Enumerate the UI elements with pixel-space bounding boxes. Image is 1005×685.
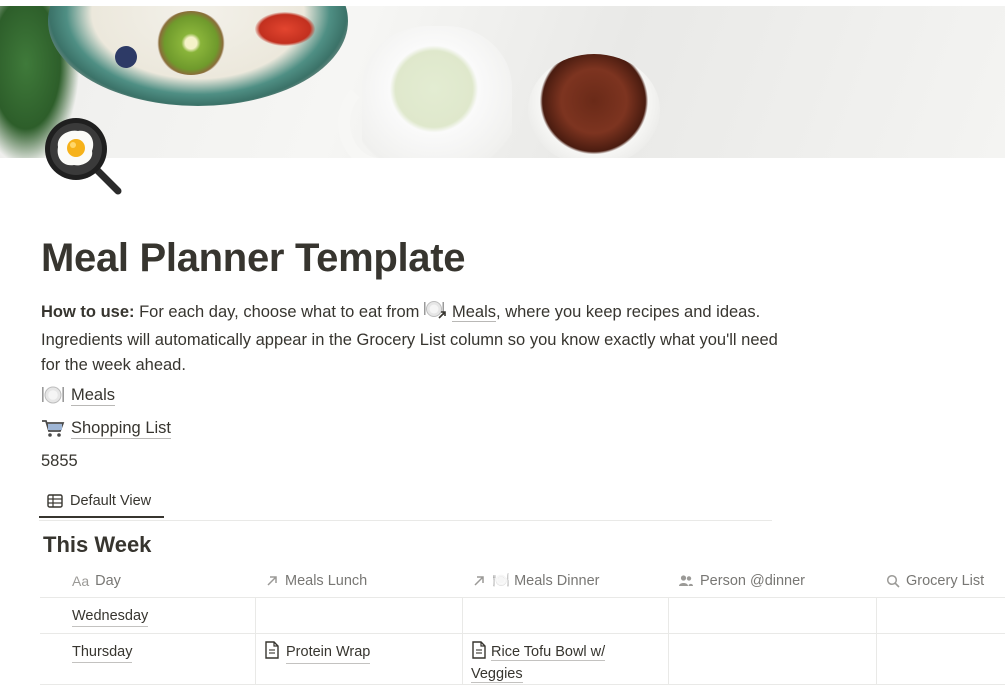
day-cell[interactable]: Wednesday [40,598,255,633]
day-value: Thursday [72,642,133,663]
person-cell[interactable] [668,634,876,684]
column-header-label: Person @dinner [700,572,805,589]
column-header-meals-dinner[interactable]: 🍽️ Meals Dinner [462,564,668,597]
table-row[interactable]: Wednesday [40,598,1005,634]
number-text: 5855 [41,452,78,470]
description-text-1: For each day, choose what to eat from [134,303,425,321]
page-document-icon [472,641,486,659]
person-cell[interactable] [668,598,876,633]
page-document-icon [265,641,279,659]
column-header-meals-lunch[interactable]: Meals Lunch [255,564,462,597]
text-property-icon: Aa [72,572,90,589]
dinner-meal-link[interactable]: Rice Tofu Bowl w/ Veggies [471,644,606,683]
shopping-cart-icon [42,420,65,437]
page-title: Meal Planner Template [41,236,466,280]
view-tabs: Default View [39,486,772,521]
search-icon [886,574,900,588]
column-header-label: Grocery List [906,572,985,589]
frying-pan-egg-icon[interactable] [44,117,124,197]
plate-link-icon [424,300,448,328]
tab-default-view-label: Default View [70,493,152,509]
tab-default-view[interactable]: Default View [39,486,164,518]
lunch-cell[interactable]: Protein Wrap [255,634,462,684]
table-row[interactable]: Thursday Protein Wrap Rice Tofu Bowl w/ … [40,634,1005,685]
table-header-row: Aa Day Meals Lunch 🍽️ Meals Dinner Perso… [40,564,1005,598]
grocery-cell[interactable] [876,598,1005,633]
meals-page-link[interactable]: Meals [41,382,116,408]
day-cell[interactable]: Thursday [40,634,255,684]
shopping-list-page-link[interactable]: Shopping List [41,415,171,441]
cover-image [0,6,1005,158]
lunch-cell[interactable] [255,598,462,633]
database-title[interactable]: This Week [43,532,151,558]
column-header-label: 🍽️ Meals Dinner [492,573,600,589]
dinner-cell[interactable] [462,598,668,633]
people-icon [679,574,693,586]
lunch-meal-link[interactable]: Protein Wrap [286,641,371,664]
relation-arrow-icon [267,575,277,586]
database-table: Aa Day Meals Lunch 🍽️ Meals Dinner Perso… [40,564,1005,685]
page-description: How to use: For each day, choose what to… [41,300,781,378]
plate-icon [42,386,64,404]
column-header-label: Meals Lunch [285,572,368,589]
relation-arrow-icon [474,575,484,586]
dinner-cell[interactable]: Rice Tofu Bowl w/ Veggies [462,634,668,684]
column-header-label: Day [95,572,121,589]
grocery-cell[interactable] [876,634,1005,684]
column-header-grocery-list[interactable]: Grocery List [876,564,1005,597]
column-header-person-dinner[interactable]: Person @dinner [668,564,876,597]
table-icon [47,494,63,508]
description-lead: How to use: [41,303,135,321]
meals-inline-link[interactable]: Meals [452,303,497,322]
day-value: Wednesday [72,606,149,627]
column-header-day[interactable]: Aa Day [40,564,255,597]
shopping-list-page-link-label: Shopping List [71,418,171,439]
meals-page-link-label: Meals [71,385,116,406]
